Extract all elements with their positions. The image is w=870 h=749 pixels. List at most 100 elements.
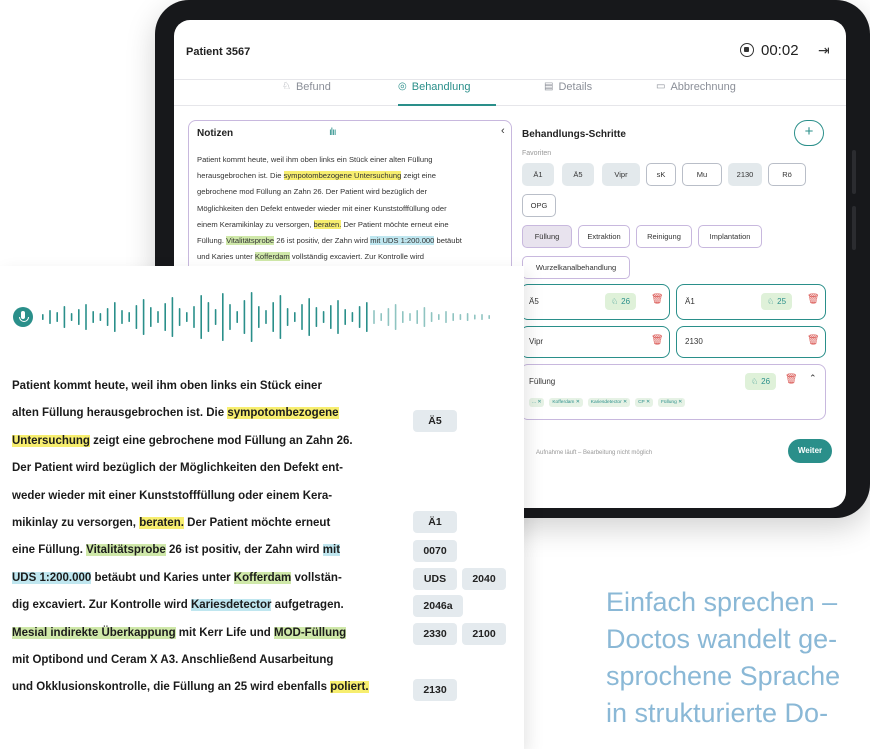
tooth-icon: ♘: [767, 297, 775, 306]
tooth-icon: ♘: [611, 297, 619, 306]
waveform-bar: [258, 306, 260, 328]
tag[interactable]: Kofferdam ✕: [549, 398, 583, 407]
recording-timer: 00:02: [761, 42, 799, 59]
step-card-name: Vipr: [529, 337, 544, 346]
dictation-text: Patient kommt heute, weil ihm oben links…: [12, 373, 404, 702]
tag[interactable]: Füllung ✕: [658, 398, 686, 407]
tag[interactable]: CP ✕: [635, 398, 653, 407]
category-chip[interactable]: Implantation: [698, 225, 762, 248]
waveform-bar: [106, 308, 109, 326]
waveform-bar: [164, 303, 166, 331]
favorite-chip[interactable]: Ä5: [562, 163, 594, 186]
billing-code[interactable]: 2046a: [413, 595, 463, 617]
waveform-bar: [49, 310, 51, 324]
tablet-side-button: [852, 206, 856, 250]
tab-abbrechnung[interactable]: ▭ Abbrechnung: [656, 80, 736, 106]
waveform-bar: [214, 309, 217, 325]
tab-label: Details: [558, 81, 593, 93]
waveform-bar: [430, 312, 433, 322]
waveform-bar: [308, 298, 310, 336]
category-chip[interactable]: Extraktion: [578, 225, 630, 248]
favorite-chip[interactable]: OPG: [522, 194, 556, 217]
billing-code[interactable]: UDS: [413, 568, 457, 590]
waveform-bar: [135, 305, 138, 329]
waveform-bar: [301, 304, 303, 330]
favorite-chip[interactable]: Rö: [768, 163, 806, 186]
audio-waveform: [42, 292, 490, 342]
steps-title: Behandlungs-Schritte: [522, 129, 626, 140]
waveform-bar: [236, 311, 238, 323]
dictation-line: UDS 1:200.000 betäubt und Karies unter K…: [12, 571, 342, 584]
waveform-bar: [99, 313, 102, 321]
notes-panel: Notizen ılıı ‹ Patient kommt heute, weil…: [188, 120, 512, 280]
favorite-chip[interactable]: sK: [646, 163, 676, 186]
step-card[interactable]: Ä1 ♘ 25 🗑: [676, 284, 826, 320]
favorite-chip[interactable]: Vipr: [602, 163, 640, 186]
trash-icon[interactable]: 🗑: [651, 335, 664, 346]
trash-icon[interactable]: 🗑: [785, 374, 798, 385]
tab-behandlung[interactable]: ◎ Behandlung: [398, 80, 496, 106]
billing-code[interactable]: 2130: [413, 679, 457, 701]
clipboard-icon: ▤: [544, 81, 554, 92]
billing-code[interactable]: 2040: [462, 568, 506, 590]
dictation-line: mikinlay zu versorgen, beraten. Der Pati…: [12, 516, 331, 529]
favorite-chip[interactable]: 2130: [728, 163, 762, 186]
notes-text: Patient kommt heute, weil ihm oben links…: [197, 152, 509, 265]
step-group-card[interactable]: Füllung ♘ 26 🗑 ⌃ ... ✕ Kofferdam ✕ Karies…: [520, 364, 826, 420]
exit-icon[interactable]: ⇥: [818, 42, 830, 59]
stage: Patient 3567 00:02 ⇥ ♘ Befund ◎ Behandlu…: [0, 0, 870, 749]
waveform-bar: [481, 314, 483, 320]
waveform-bar: [171, 297, 174, 337]
dictation-line: Mesial indirekte Überkappung mit Kerr Li…: [12, 626, 347, 639]
next-button[interactable]: Weiter: [788, 439, 832, 463]
billing-code[interactable]: Ä1: [413, 511, 457, 533]
collapse-caret-icon[interactable]: ⌃: [809, 373, 817, 384]
waveform-bar: [330, 305, 332, 329]
category-chip[interactable]: Reinigung: [636, 225, 692, 248]
add-step-button[interactable]: +: [794, 120, 824, 146]
waveform-bar: [250, 292, 253, 342]
favorite-chip[interactable]: Mu: [682, 163, 722, 186]
dictation-line: Patient kommt heute, weil ihm oben links…: [12, 380, 322, 392]
trash-icon[interactable]: 🗑: [807, 294, 820, 305]
waveform-bar: [186, 312, 188, 322]
collapse-chevron-icon[interactable]: ‹: [501, 125, 505, 137]
trash-icon[interactable]: 🗑: [807, 335, 820, 346]
app-header: Patient 3567 00:02 ⇥: [174, 20, 846, 80]
category-chip[interactable]: Wurzelkanalbehandlung: [522, 256, 630, 279]
waveform-bar: [452, 313, 454, 321]
trash-icon[interactable]: 🗑: [651, 294, 664, 305]
favorite-chip[interactable]: Ä1: [522, 163, 554, 186]
record-stop-icon[interactable]: [740, 43, 754, 57]
step-card[interactable]: 2130 🗑: [676, 326, 826, 358]
waveform-bar: [207, 302, 210, 332]
dictation-line: weder wieder mit einer Kunststofffüllung…: [12, 489, 333, 502]
step-card[interactable]: Vipr 🗑: [520, 326, 670, 358]
waveform-bar: [315, 307, 318, 327]
tooth-icon: ♘: [282, 81, 291, 92]
step-group-name: Füllung: [529, 377, 556, 386]
tag[interactable]: ... ✕: [529, 398, 545, 407]
dictation-line: dig excaviert. Zur Kontrolle wird Karies…: [12, 599, 344, 612]
billing-code[interactable]: 0070: [413, 540, 457, 562]
slogan-line: Doctos wandelt ge-: [606, 624, 838, 654]
notes-line: Patient kommt heute, weil ihm oben links…: [197, 155, 433, 164]
billing-code[interactable]: Ä5: [413, 410, 457, 432]
tab-details[interactable]: ▤ Details: [544, 80, 592, 106]
waveform-bar: [200, 295, 202, 339]
microphone-icon[interactable]: [13, 307, 33, 327]
category-chip[interactable]: Füllung: [522, 225, 572, 248]
step-card[interactable]: Ä5 ♘ 26 🗑: [520, 284, 670, 320]
notes-line: Möglichkeiten den Defekt entweder wieder…: [197, 203, 447, 213]
tooth-count-badge: ♘ 25: [761, 293, 793, 310]
tooth-icon: ♘: [751, 377, 759, 386]
tab-label: Behandlung: [411, 81, 471, 93]
tab-befund[interactable]: ♘ Befund: [282, 80, 331, 106]
billing-code[interactable]: 2330: [413, 623, 457, 645]
favorites-label: Favoriten: [522, 150, 552, 157]
waveform-bar: [142, 299, 145, 335]
tooth-count-badge: ♘ 26: [605, 293, 637, 310]
notes-title: Notizen: [197, 128, 234, 139]
billing-code[interactable]: 2100: [462, 623, 506, 645]
tag[interactable]: Kariesdetector ✕: [587, 398, 631, 407]
